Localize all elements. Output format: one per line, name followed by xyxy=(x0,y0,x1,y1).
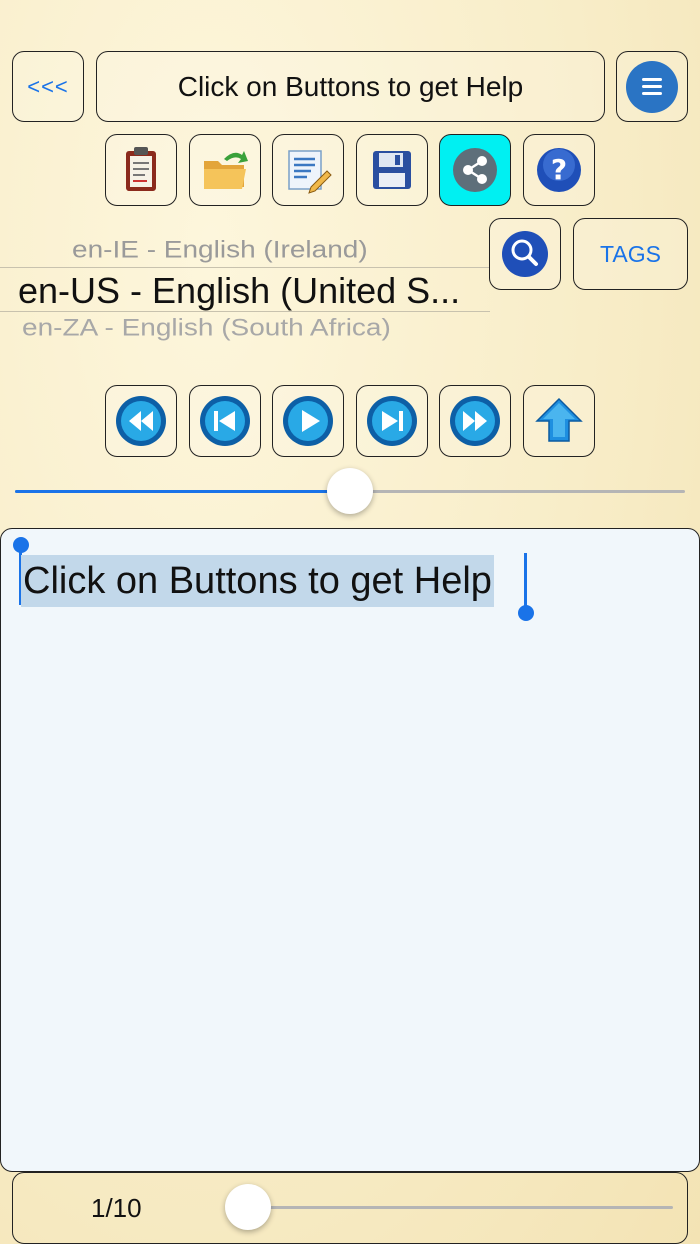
back-button[interactable]: <<< xyxy=(12,51,84,122)
page-slider[interactable] xyxy=(225,1184,673,1230)
clipboard-button[interactable] xyxy=(105,134,177,206)
skip-back-button[interactable] xyxy=(189,385,261,457)
folder-open-icon xyxy=(204,151,248,189)
picker-divider xyxy=(0,267,490,268)
rewind-icon xyxy=(116,396,166,446)
edit-document-button[interactable] xyxy=(272,134,344,206)
save-button[interactable] xyxy=(356,134,428,206)
slider-fill xyxy=(15,490,350,493)
share-icon xyxy=(453,148,497,192)
open-folder-button[interactable] xyxy=(189,134,261,206)
edit-document-icon xyxy=(288,150,332,194)
language-option-next[interactable]: en-ZA - English (South Africa) xyxy=(22,314,490,341)
playback-slider[interactable] xyxy=(15,468,685,514)
language-picker[interactable]: en-IE - English (Ireland) en-US - Englis… xyxy=(0,232,490,342)
selection-end-handle[interactable] xyxy=(518,605,534,621)
clipboard-icon xyxy=(126,147,156,191)
svg-text:?: ? xyxy=(551,153,567,186)
question-icon: ? xyxy=(537,148,581,192)
fast-forward-button[interactable] xyxy=(439,385,511,457)
tags-button[interactable]: TAGS xyxy=(573,218,688,290)
search-button[interactable] xyxy=(489,218,561,290)
language-option-previous[interactable]: en-IE - English (Ireland) xyxy=(72,236,490,263)
play-icon xyxy=(283,396,333,446)
fast-forward-icon xyxy=(450,396,500,446)
editor-selected-text[interactable]: Click on Buttons to get Help xyxy=(21,555,494,607)
page-count: 1/10 xyxy=(91,1193,142,1223)
play-button[interactable] xyxy=(272,385,344,457)
hamburger-menu-icon xyxy=(626,60,678,113)
slider-knob[interactable] xyxy=(225,1184,271,1230)
arrow-up-icon xyxy=(535,397,583,442)
text-editor[interactable]: Click on Buttons to get Help xyxy=(0,528,700,1172)
language-option-selected[interactable]: en-US - English (United S... xyxy=(18,270,488,312)
help-title-bar[interactable]: Click on Buttons to get Help xyxy=(96,51,605,122)
share-button[interactable] xyxy=(439,134,511,206)
picker-divider xyxy=(0,311,490,312)
menu-button[interactable] xyxy=(616,51,688,122)
selection-start-handle[interactable] xyxy=(13,537,29,553)
skip-forward-button[interactable] xyxy=(356,385,428,457)
slider-track xyxy=(225,1206,673,1209)
skip-back-icon xyxy=(200,396,250,446)
slider-knob[interactable] xyxy=(327,468,373,514)
home-up-button[interactable] xyxy=(523,385,595,457)
help-button[interactable]: ? xyxy=(523,134,595,206)
page-footer: 1/10 xyxy=(12,1172,688,1244)
skip-forward-icon xyxy=(367,396,417,446)
floppy-disk-icon xyxy=(373,151,411,189)
rewind-button[interactable] xyxy=(105,385,177,457)
selection-end-caret xyxy=(524,553,527,611)
search-icon xyxy=(502,231,548,277)
